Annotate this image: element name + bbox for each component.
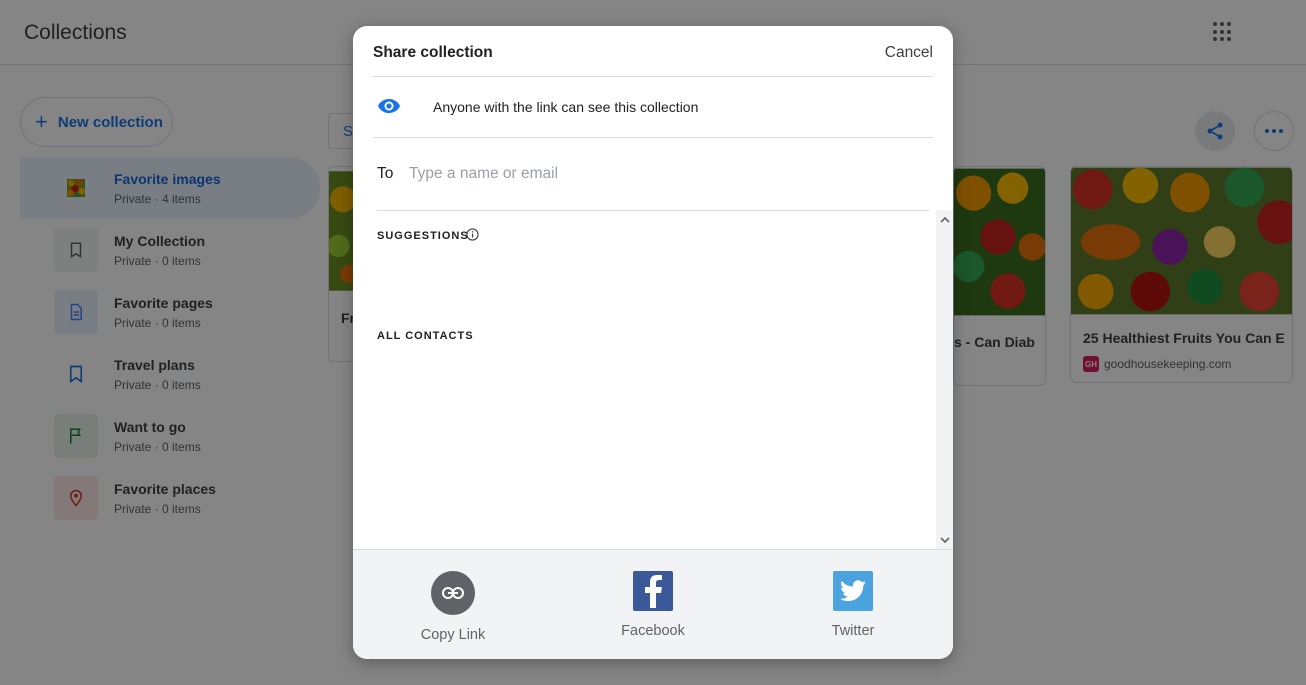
divider xyxy=(373,137,933,138)
facebook-icon xyxy=(633,571,673,611)
cancel-button[interactable]: Cancel xyxy=(885,44,933,62)
to-label: To xyxy=(377,165,394,182)
eye-icon xyxy=(378,99,400,113)
twitter-icon xyxy=(833,571,873,611)
copy-link-label: Copy Link xyxy=(420,627,486,643)
twitter-label: Twitter xyxy=(831,623,875,639)
divider xyxy=(373,76,933,77)
scroll-down-arrow-icon[interactable] xyxy=(936,533,953,547)
copy-link-button[interactable]: Copy Link xyxy=(393,571,513,643)
divider xyxy=(377,210,929,211)
suggestions-label: SUGGESTIONS xyxy=(377,230,469,242)
link-visibility-text[interactable]: Anyone with the link can see this collec… xyxy=(433,99,698,115)
facebook-share-button[interactable]: Facebook xyxy=(593,571,713,639)
share-collection-dialog: Share collection Cancel Anyone with the … xyxy=(353,26,953,659)
scroll-up-arrow-icon[interactable] xyxy=(936,212,953,226)
share-options-bar: Copy Link Facebook Twitter xyxy=(353,549,953,659)
facebook-label: Facebook xyxy=(621,623,685,639)
dialog-title: Share collection xyxy=(373,44,493,61)
recipient-input[interactable] xyxy=(409,160,909,188)
all-contacts-label: ALL CONTACTS xyxy=(377,330,474,342)
contacts-scrollbar[interactable] xyxy=(936,210,953,550)
link-icon xyxy=(431,571,475,615)
twitter-share-button[interactable]: Twitter xyxy=(793,571,913,639)
info-icon[interactable] xyxy=(466,228,479,241)
